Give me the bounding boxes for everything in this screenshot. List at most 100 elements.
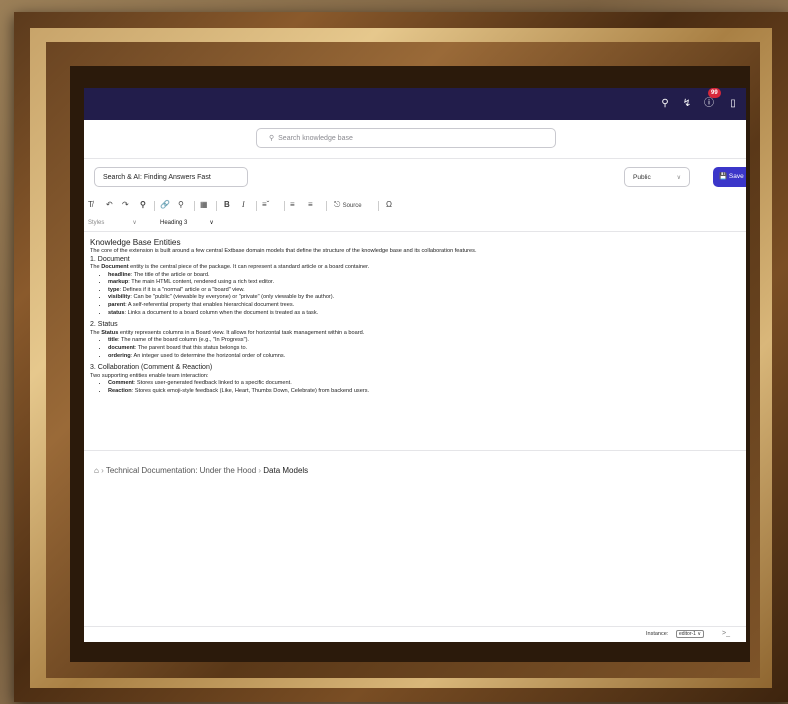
redo-icon[interactable]: ↷: [122, 200, 129, 209]
item-value: : A self-referential property that enabl…: [125, 302, 295, 309]
item-value: : The parent board that this status belo…: [134, 344, 248, 351]
item-value: : Stores quick emoji-style feedback (Lik…: [131, 387, 370, 394]
document-header: Search & AI: Finding Answers Fast Public…: [84, 159, 746, 197]
align-icon[interactable]: ≡ˇ: [262, 200, 269, 209]
text-fragment: The: [90, 264, 102, 271]
chevron-down-icon: ∨: [676, 175, 681, 181]
terminal-icon[interactable]: >_: [722, 630, 730, 637]
remove-format-icon[interactable]: T̸: [88, 200, 93, 209]
special-char-icon[interactable]: Ω: [386, 200, 392, 209]
search-input[interactable]: ⚲ Search knowledge base: [256, 128, 556, 148]
search-area: ⚲ Search knowledge base: [84, 120, 746, 159]
find-icon[interactable]: ⚲: [140, 200, 146, 209]
format-dropdown[interactable]: Heading 3 ∨: [160, 219, 214, 226]
save-button[interactable]: 💾 Save: [713, 167, 746, 187]
item-value: : Links a document to a board column whe…: [124, 309, 319, 316]
list-item: status: Links a document to a board colu…: [108, 310, 740, 318]
item-key: Comment: [108, 380, 134, 387]
source-button[interactable]: ⎋ Source: [334, 200, 362, 210]
search-placeholder: Search knowledge base: [278, 135, 353, 142]
list-item: Reaction: Stores quick emoji-style feedb…: [108, 388, 740, 396]
item-key: ordering: [108, 352, 131, 359]
bookmark-icon[interactable]: ▯: [726, 97, 740, 111]
unlink-icon[interactable]: ⚲: [178, 200, 184, 209]
toolbar-separator: [284, 201, 285, 211]
item-key: title: [108, 337, 118, 344]
section-title: 3. Collaboration (Comment & Reaction): [90, 364, 213, 372]
notification-badge: 99: [708, 88, 721, 98]
app-screen: ⚲ ↯ ⓘ 99 ▯ ⚲ Search knowledge base Search…: [84, 88, 746, 642]
text-fragment: The: [90, 329, 102, 336]
format-toolbar: Styles ∨ Heading 3 ∨: [84, 215, 746, 232]
chevron-down-icon: ∨: [209, 220, 214, 226]
content-heading: Knowledge Base Entities: [90, 238, 181, 247]
info-icon[interactable]: ⓘ: [702, 97, 716, 111]
item-value: : An integer used to determine the horiz…: [130, 352, 286, 359]
list-item: Comment: Stores user-generated feedback …: [108, 380, 740, 388]
item-value: : Can be "public" (viewable by everyone)…: [130, 294, 335, 301]
toolbar-separator: [378, 201, 379, 211]
list-item: type: Defines if it is a "normal" articl…: [108, 287, 740, 295]
item-value: : Stores user-generated feedback linked …: [133, 380, 292, 387]
item-key: type: [108, 286, 120, 293]
numbered-list-icon[interactable]: ≡: [290, 200, 295, 209]
list-item: title: The name of the board column (e.g…: [108, 337, 740, 345]
item-key: Reaction: [108, 387, 132, 394]
chevron-down-icon: ∨: [132, 220, 137, 226]
text-bold: Status: [101, 329, 119, 336]
styles-label: Styles: [88, 220, 105, 226]
bolt-icon[interactable]: ↯: [680, 97, 694, 111]
save-icon: 💾: [719, 173, 728, 180]
list-item: visibility: Can be "public" (viewable by…: [108, 294, 740, 302]
item-key: headline: [108, 271, 131, 278]
section-text: Two supporting entities enable team inte…: [90, 372, 209, 379]
section-text: The Document entity is the central piece…: [90, 264, 740, 272]
breadcrumb-current: Data Models: [263, 466, 309, 475]
toolbar-separator: [216, 201, 217, 211]
editor-content[interactable]: Knowledge Base Entities The core of the …: [84, 232, 746, 451]
visibility-select[interactable]: Public ∨: [624, 167, 690, 187]
link-icon[interactable]: 🔗: [160, 200, 170, 209]
italic-icon[interactable]: I: [242, 200, 245, 209]
toolbar-separator: [256, 201, 257, 211]
styles-dropdown[interactable]: Styles ∨: [88, 219, 137, 226]
item-key: markup: [108, 279, 129, 286]
bold-icon[interactable]: B: [224, 200, 230, 209]
item-key: status: [108, 309, 125, 316]
source-icon: ⎋: [334, 200, 341, 209]
visibility-value: Public: [633, 174, 651, 181]
toolbar-separator: [326, 201, 327, 211]
section-title: 1. Document: [90, 255, 130, 263]
instance-select[interactable]: editor-1 ∨: [676, 630, 705, 638]
bulleted-list-icon[interactable]: ≡: [308, 200, 313, 209]
item-value: : The title of the article or board.: [130, 271, 210, 278]
editor-toolbar: T̸ ↶ ↷ ⚲ 🔗 ⚲ ▦ B I ≡ˇ ≡ ≡ ⎋ Source Ω: [84, 197, 746, 215]
section-list: title: The name of the board column (e.g…: [90, 337, 740, 360]
section-list: headline: The title of the article or bo…: [90, 272, 740, 318]
source-label: Source: [342, 203, 362, 209]
text-fragment: entity is the central piece of the packa…: [128, 264, 370, 271]
list-item: ordering: An integer used to determine t…: [108, 353, 740, 361]
text-bold: Document: [101, 264, 129, 271]
instance-label: Instance:: [646, 631, 669, 637]
item-value: : Defines if it is a "normal" article or…: [119, 286, 245, 293]
top-navigation-bar: ⚲ ↯ ⓘ 99 ▯: [84, 88, 746, 120]
document-title-field[interactable]: Search & AI: Finding Answers Fast: [94, 167, 248, 187]
format-value: Heading 3: [160, 220, 188, 226]
table-icon[interactable]: ▦: [200, 200, 208, 209]
list-item: markup: The main HTML content, rendered …: [108, 279, 740, 287]
section-title: 2. Status: [90, 321, 118, 329]
item-key: visibility: [108, 294, 131, 301]
save-label: Save: [728, 173, 744, 180]
home-icon[interactable]: ⌂: [94, 466, 99, 475]
item-key: document: [108, 344, 135, 351]
toolbar-separator: [154, 201, 155, 211]
section-list: Comment: Stores user-generated feedback …: [90, 380, 740, 395]
search-icon[interactable]: ⚲: [658, 97, 672, 111]
content-intro: The core of the extension is built aroun…: [90, 248, 477, 254]
undo-icon[interactable]: ↶: [106, 200, 113, 209]
instance-value: editor-1: [679, 631, 696, 637]
list-item: headline: The title of the article or bo…: [108, 272, 740, 280]
breadcrumb-parent-link[interactable]: Technical Documentation: Under the Hood: [106, 466, 256, 475]
status-bar: Instance: editor-1 ∨ >_: [84, 626, 746, 642]
